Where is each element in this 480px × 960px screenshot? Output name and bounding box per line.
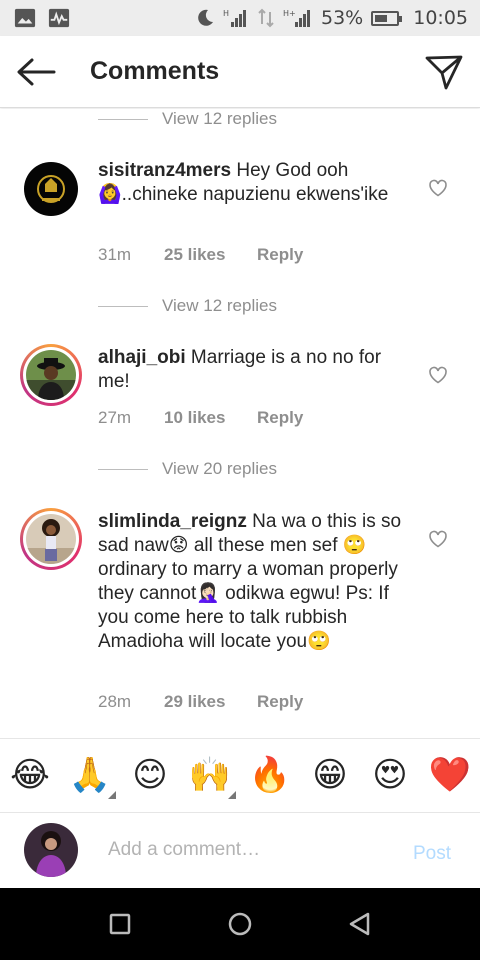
view-replies-label: View 12 replies [162,296,277,315]
emoji-fire[interactable]: 🔥 [246,753,294,797]
view-replies-link[interactable]: View 12 replies [98,109,277,131]
comment-composer: Post [0,812,480,888]
moon-icon [198,9,213,26]
comment-time: 31m [98,245,132,264]
emoji-glyph: 🙏 [68,755,112,795]
comment-time: 28m [98,692,132,711]
emoji-heart-eyes[interactable]: 😍 [366,753,414,797]
comment-meta: 28m 29 likes Reply [98,692,303,712]
comment-text: slimlinda_reignz Na wa o this is so sad … [98,510,410,654]
emoji-glyph: 🙌 [188,755,232,795]
reply-button[interactable]: Reply [257,408,303,428]
my-avatar [24,823,78,877]
view-replies-label: View 20 replies [162,459,277,478]
svg-text:H+: H+ [283,9,296,18]
comment-username[interactable]: alhaji_obi [98,347,186,368]
avatar[interactable] [20,344,82,406]
emoji-bar: 😂 🙏 😊 🙌 🔥 😁 😍 ❤️ [0,738,480,812]
heart-icon[interactable] [428,530,448,548]
arrow-left-icon[interactable] [14,54,58,90]
svg-text:H: H [223,9,229,18]
comment-message: Na wa o this is so sad naw😟 all these me… [98,511,402,652]
view-replies-label: View 12 replies [162,109,277,128]
divider [98,468,148,470]
avatar[interactable] [24,162,78,216]
emoji-tears-of-joy[interactable]: 😂 [6,753,54,797]
likes-count[interactable]: 29 likes [164,692,257,712]
status-bar: H H+ 53% 10:05 [0,0,480,36]
home-circle-icon[interactable] [226,910,254,938]
comment-meta: 27m 10 likes Reply [98,408,303,428]
divider [98,305,148,307]
comment-text: alhaji_obi Marriage is a no no for me! [98,346,410,394]
comment-input[interactable] [108,839,388,861]
heart-icon[interactable] [428,179,448,197]
activity-icon [48,8,70,28]
post-button[interactable]: Post [413,843,451,865]
signal-h-plus-icon: H+ [283,9,310,27]
reply-button[interactable]: Reply [257,245,303,265]
heart-icon[interactable] [428,366,448,384]
view-replies-link[interactable]: View 12 replies [98,294,277,318]
reply-button[interactable]: Reply [257,692,303,712]
emoji-folded-hands[interactable]: 🙏 [66,753,116,799]
battery-icon [371,10,403,26]
avatar[interactable] [20,508,82,570]
data-arrows-icon [258,8,274,28]
back-triangle-icon[interactable] [346,910,374,938]
battery-percent: 53% [321,7,364,29]
comment-username[interactable]: sisitranz4mers [98,160,231,181]
comment-meta: 31m 25 likes Reply [98,245,303,265]
recents-square-icon[interactable] [106,910,134,938]
signal-icon: H [223,9,246,27]
comments-list: View 12 replies sisitranz4mers Hey God o… [0,109,480,738]
likes-count[interactable]: 25 likes [164,245,257,265]
emoji-smiling-face[interactable]: 😊 [126,753,174,797]
likes-count[interactable]: 10 likes [164,408,257,428]
comment-time: 27m [98,408,132,427]
emoji-grinning[interactable]: 😁 [306,753,354,797]
view-replies-link[interactable]: View 20 replies [98,457,277,481]
skin-tone-indicator [228,791,236,799]
clock: 10:05 [413,7,468,29]
comments-header: Comments [0,36,480,108]
comment-username[interactable]: slimlinda_reignz [98,511,247,532]
divider [98,118,148,120]
skin-tone-indicator [108,791,116,799]
system-nav-bar [0,888,480,960]
page-title: Comments [90,57,220,85]
image-icon [14,8,36,28]
emoji-red-heart[interactable]: ❤️ [426,753,474,797]
paper-plane-icon[interactable] [424,52,464,92]
emoji-raising-hands[interactable]: 🙌 [186,753,236,799]
comment-text: sisitranz4mers Hey God ooh🙆‍♀️..chineke … [98,159,410,207]
